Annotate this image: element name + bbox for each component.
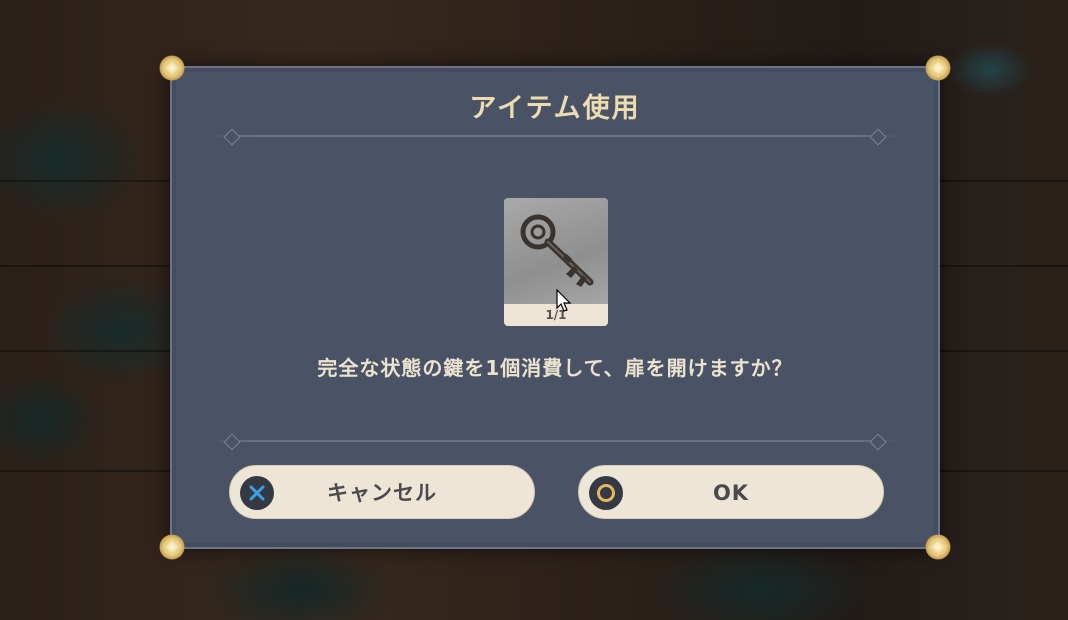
cancel-button[interactable]: キャンセル xyxy=(229,465,535,519)
corner-ornament-icon xyxy=(159,55,185,81)
ok-button-label: OK xyxy=(712,481,750,505)
mouse-cursor-icon xyxy=(556,289,572,312)
corner-ornament-icon xyxy=(925,55,951,81)
ok-button[interactable]: OK xyxy=(578,465,884,519)
dialog-title: アイテム使用 xyxy=(469,93,641,124)
title-divider xyxy=(212,128,898,146)
cancel-button-label: キャンセル xyxy=(327,481,437,505)
corner-ornament-icon xyxy=(159,534,185,560)
button-divider xyxy=(212,433,898,451)
item-use-dialog: アイテム使用 1/1 完全な状態の鍵を1個消費して、扉を開けますか？ キャンセル… xyxy=(159,55,951,560)
confirm-message: 完全な状態の鍵を1個消費して、扉を開けますか？ xyxy=(317,356,793,380)
corner-ornament-icon xyxy=(925,534,951,560)
